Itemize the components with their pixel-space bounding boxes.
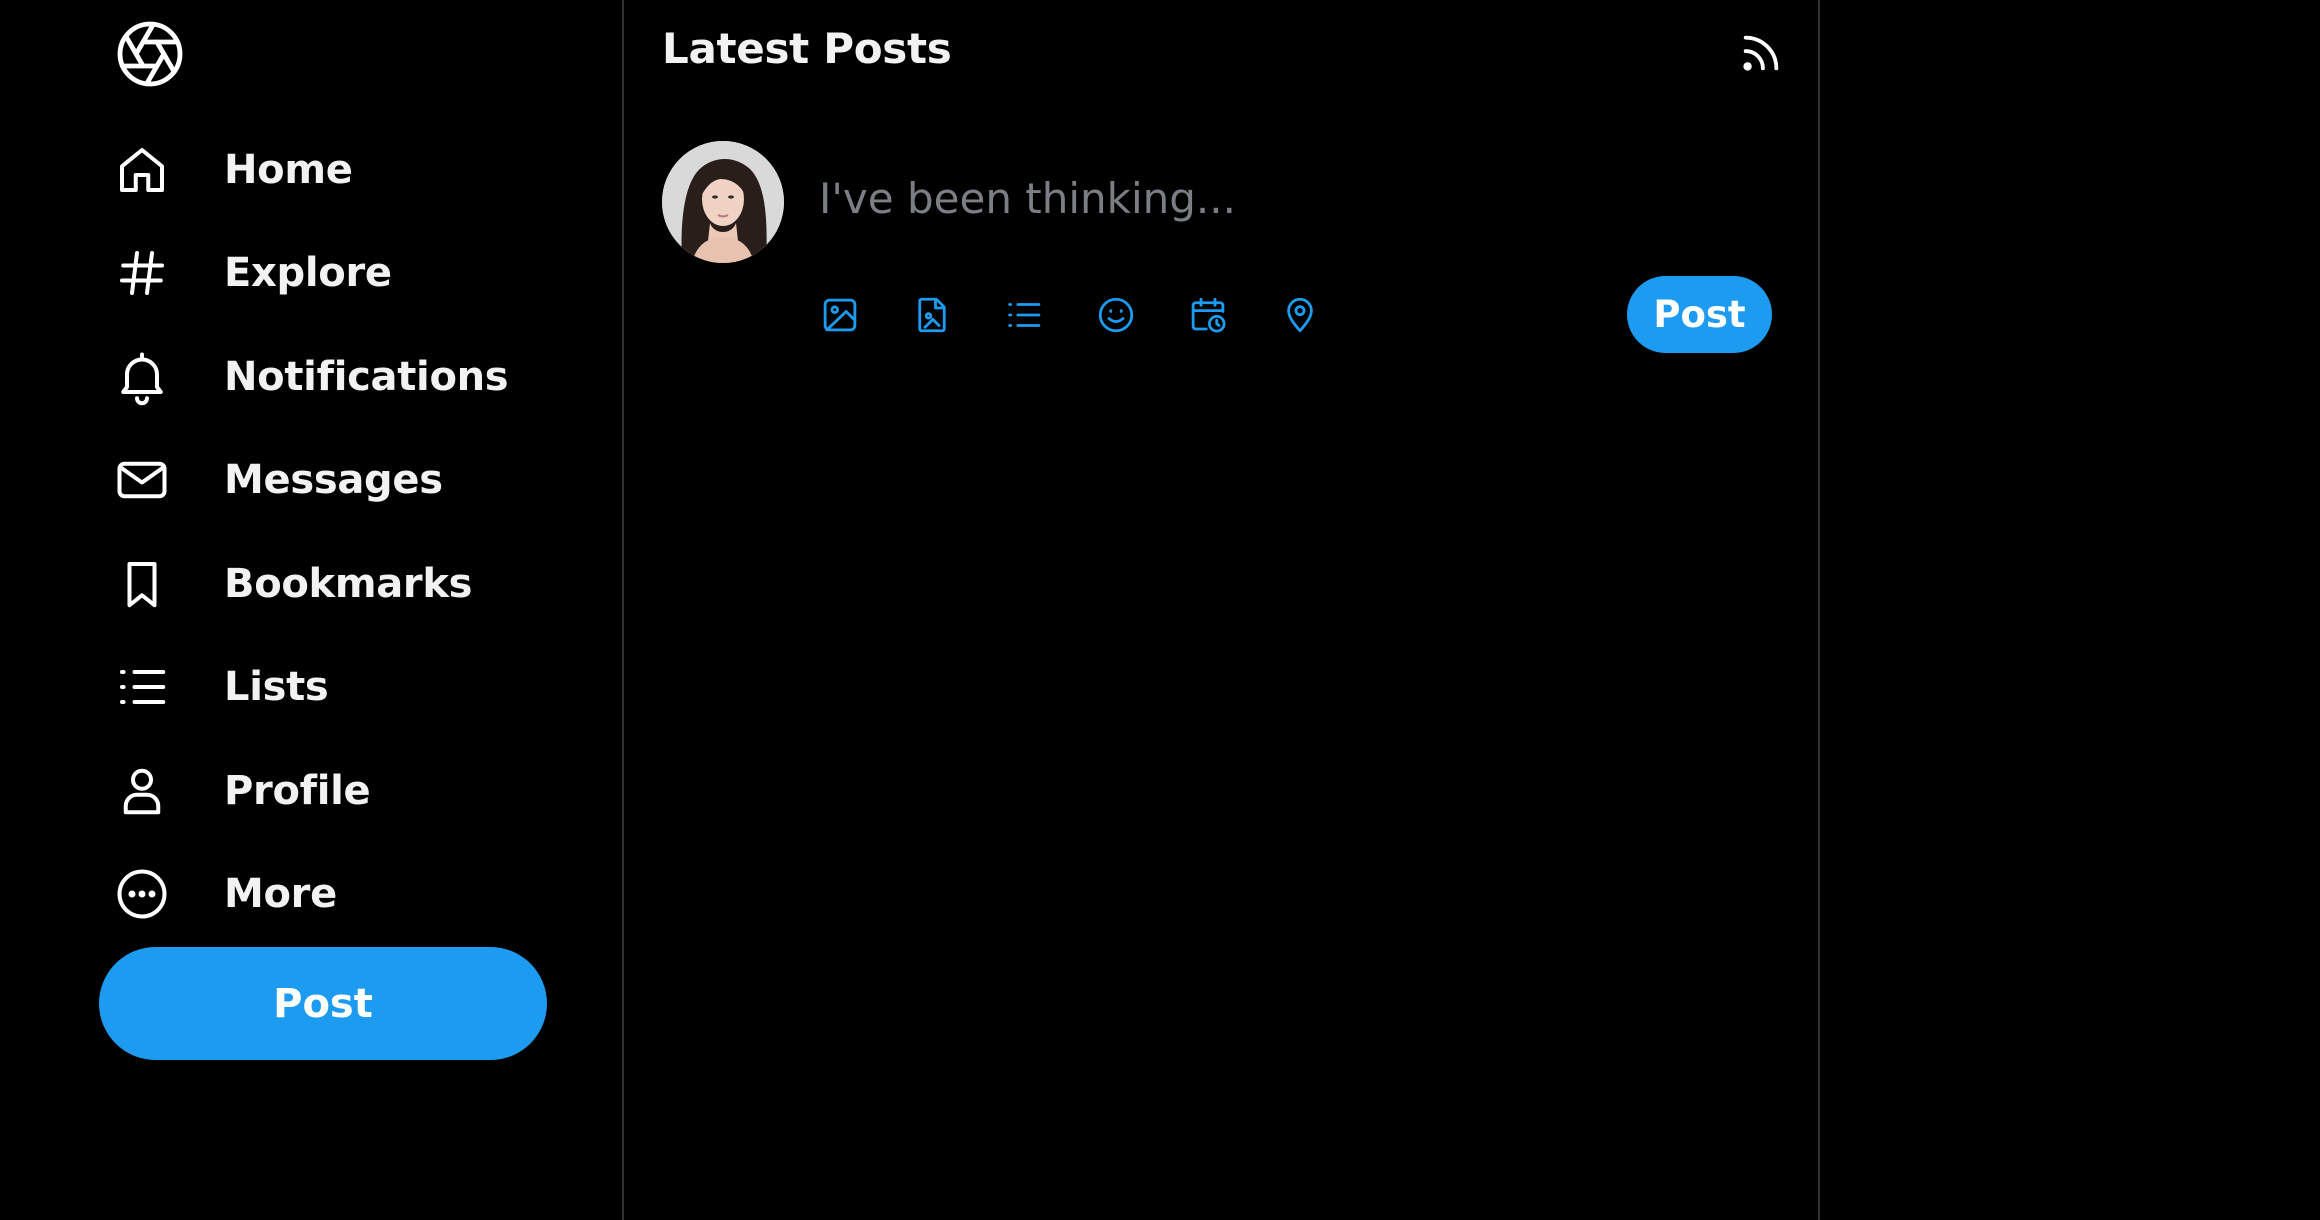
list-icon [112, 657, 172, 717]
sidebar-item-label: Lists [224, 664, 329, 711]
sidebar-item-lists[interactable]: Lists [112, 636, 582, 740]
bookmark-icon [112, 554, 172, 614]
more-circle-icon [112, 864, 172, 924]
sidebar-item-label: Explore [224, 250, 392, 297]
sidebar-item-label: Home [224, 146, 353, 193]
hashtag-icon [112, 243, 172, 303]
sidebar-post-button[interactable]: Post [99, 947, 547, 1060]
home-icon [112, 140, 172, 200]
sidebar-nav: Home Explore Notifications Messages Book… [112, 118, 582, 946]
sidebar-item-label: Notifications [224, 353, 509, 400]
sidebar-item-more[interactable]: More [112, 843, 582, 947]
rss-icon[interactable] [1738, 30, 1784, 76]
location-icon[interactable] [1277, 292, 1323, 338]
sidebar: Home Explore Notifications Messages Book… [0, 0, 622, 1220]
sidebar-item-label: Bookmarks [224, 560, 473, 607]
sidebar-item-label: Messages [224, 457, 443, 504]
compose-toolbar [817, 292, 1369, 338]
sidebar-item-notifications[interactable]: Notifications [112, 325, 582, 429]
compose-input[interactable] [817, 160, 1721, 236]
schedule-icon[interactable] [1185, 292, 1231, 338]
sidebar-item-profile[interactable]: Profile [112, 739, 582, 843]
user-icon [112, 761, 172, 821]
aperture-logo-icon[interactable] [114, 18, 186, 90]
app-window: Home Explore Notifications Messages Book… [0, 0, 2320, 1220]
emoji-icon[interactable] [1093, 292, 1139, 338]
main-column: Latest Posts I've been thinking... Post [622, 0, 1820, 1220]
sidebar-item-messages[interactable]: Messages [112, 429, 582, 533]
sidebar-item-home[interactable]: Home [112, 118, 582, 222]
image-icon[interactable] [817, 292, 863, 338]
sidebar-item-explore[interactable]: Explore [112, 222, 582, 326]
bell-icon [112, 347, 172, 407]
avatar[interactable] [662, 141, 784, 263]
gif-file-icon[interactable] [909, 292, 955, 338]
sidebar-item-bookmarks[interactable]: Bookmarks [112, 532, 582, 636]
sidebar-item-label: More [224, 871, 337, 918]
poll-list-icon[interactable] [1001, 292, 1047, 338]
compose-post-button[interactable]: Post [1627, 276, 1772, 353]
sidebar-item-label: Profile [224, 767, 371, 814]
page-title: Latest Posts [662, 24, 952, 73]
mail-icon [112, 450, 172, 510]
